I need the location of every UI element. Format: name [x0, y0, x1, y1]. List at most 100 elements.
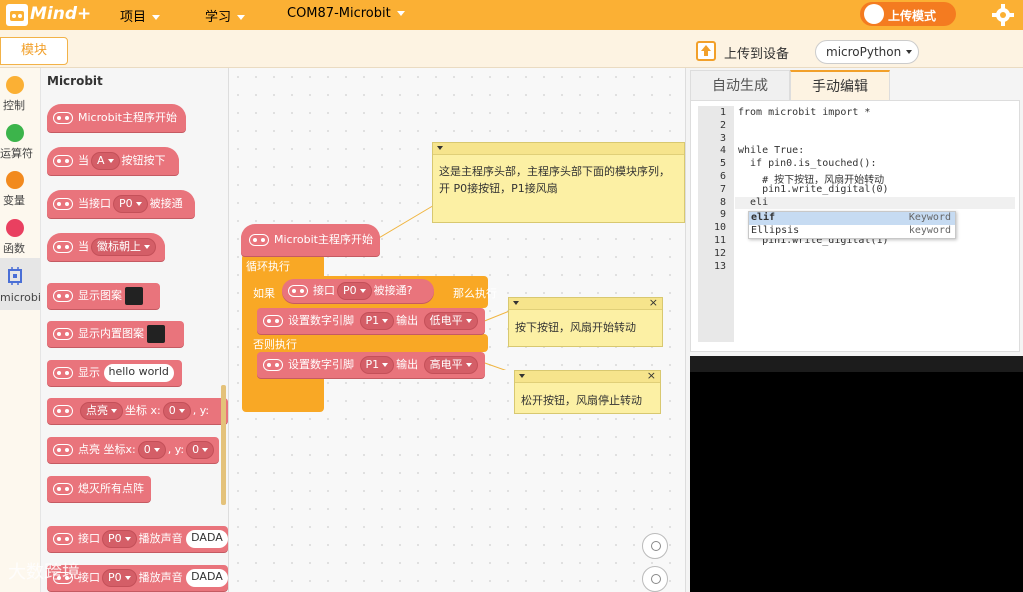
x-select[interactable]: 0	[137, 441, 166, 459]
language-select[interactable]: microPython	[815, 40, 919, 64]
block-show-label: 显示	[78, 366, 100, 379]
pin-select[interactable]: P0	[102, 569, 137, 587]
tab-blocks[interactable]: 模块	[0, 37, 68, 65]
block-show-builtin-image[interactable]: 显示内置图案	[47, 321, 184, 347]
line-number: 2	[719, 119, 726, 131]
serial-console[interactable]	[690, 356, 1023, 592]
category-microbit-label[interactable]: microbit	[0, 291, 45, 304]
code-line[interactable]: pin1.write_digital(0)	[738, 184, 888, 195]
pin-select[interactable]: P1	[359, 356, 395, 374]
level-select-value: 高电平	[429, 358, 463, 371]
note-text[interactable]: 按下按钮，风扇开始转动	[509, 310, 662, 344]
y-select[interactable]: 0	[186, 441, 215, 459]
note-text[interactable]: 松开按钮，风扇停止转动	[515, 383, 660, 417]
upload-icon[interactable]	[696, 41, 716, 61]
autocomplete-item[interactable]: Ellipsis keyword	[749, 225, 955, 238]
gesture-select[interactable]: 徽标朝上	[91, 238, 156, 256]
tab-manual-edit[interactable]: 手动编辑	[790, 70, 890, 100]
category-control-dot-icon[interactable]	[6, 76, 24, 94]
block-show-image[interactable]: 显示图案	[47, 283, 160, 309]
led-matrix-icon[interactable]	[125, 287, 143, 305]
led-matrix-icon[interactable]	[147, 325, 165, 343]
close-icon[interactable]: ×	[649, 296, 658, 309]
light-coord-label: 点亮 坐标x:	[78, 443, 136, 456]
category-operators-dot-icon[interactable]	[6, 124, 24, 142]
menu-learn[interactable]: 学习	[205, 6, 246, 25]
code-line[interactable]: if pin0.is_touched():	[738, 158, 876, 169]
chevron-down-icon	[465, 319, 472, 323]
block-when-pin-touched[interactable]: 当接口 P0 被接通	[47, 190, 195, 218]
set-digital-pin-low[interactable]: 设置数字引脚 P1 输出 低电平	[257, 308, 485, 334]
block-plot-pixel-2[interactable]: 点亮 坐标x: 0 , y: 0	[47, 437, 219, 463]
connector-icon	[53, 533, 73, 545]
level-select[interactable]: 低电平	[423, 312, 478, 330]
comment-note-pressed[interactable]: × 按下按钮，风扇开始转动	[508, 296, 663, 347]
code-line[interactable]: from microbit import *	[738, 107, 870, 118]
comment-note-main[interactable]: 这是主程序头部，主程序头部下面的模块序列，开 P0接按钮，P1接风扇	[432, 142, 685, 223]
collapse-icon[interactable]	[519, 374, 525, 378]
note-header[interactable]: ×	[515, 369, 660, 383]
microbit-chip-icon[interactable]	[6, 267, 24, 285]
code-line[interactable]: while True:	[738, 145, 804, 156]
sound-select[interactable]: DADA	[186, 569, 228, 587]
connector-icon	[53, 155, 73, 167]
text-input[interactable]: hello world	[103, 364, 174, 382]
note-text[interactable]: 这是主程序头部，主程序头部下面的模块序列，开 P0接按钮，P1接风扇	[433, 155, 684, 221]
set-digital-pin-high[interactable]: 设置数字引脚 P1 输出 高电平	[257, 352, 485, 378]
level-select-value: 低电平	[429, 314, 463, 327]
menu-project[interactable]: 项目	[120, 6, 161, 25]
note-header[interactable]: ×	[509, 296, 662, 310]
pin-select[interactable]: P0	[113, 195, 148, 213]
category-variables-dot-icon[interactable]	[6, 171, 24, 189]
console-header	[690, 356, 1023, 372]
pin-select[interactable]: P0	[337, 282, 372, 300]
button-select[interactable]: A	[91, 152, 120, 170]
zoom-out-icon[interactable]	[642, 566, 668, 592]
block-show-text[interactable]: 显示 hello world	[47, 360, 182, 386]
main-program-block[interactable]: Microbit主程序开始	[241, 224, 380, 256]
category-variables-label[interactable]: 变量	[3, 192, 25, 208]
gear-icon[interactable]	[992, 4, 1014, 26]
category-operators-label[interactable]: 运算符	[0, 145, 33, 161]
menu-port[interactable]: COM87-Microbit	[287, 6, 405, 21]
y-label: , y:	[192, 404, 210, 417]
level-select[interactable]: 高电平	[423, 356, 478, 374]
autocomplete-item[interactable]: elif Keyword	[749, 212, 955, 225]
collapse-icon[interactable]	[513, 301, 519, 305]
note-header[interactable]	[433, 143, 684, 155]
palette-scrollbar[interactable]	[221, 385, 226, 505]
category-control-label[interactable]: 控制	[3, 97, 25, 113]
tab-auto-generate[interactable]: 自动生成	[690, 70, 790, 100]
line-number: 13	[713, 260, 726, 272]
condition-pin-touched[interactable]: 接口 P0 被接通?	[282, 279, 434, 303]
coord-x-label: 坐标 x:	[125, 404, 161, 417]
pin-select-value: P1	[365, 358, 380, 371]
block-clear-all[interactable]: 熄灭所有点阵	[47, 476, 151, 502]
category-functions-dot-icon[interactable]	[6, 219, 24, 237]
category-functions-label[interactable]: 函数	[3, 240, 25, 256]
x-select-value: 0	[168, 404, 176, 417]
block-plot-pixel[interactable]: 点亮 坐标 x: 0 , y:	[47, 398, 228, 424]
connector-icon	[53, 367, 73, 379]
collapse-icon[interactable]	[437, 146, 443, 150]
connector-icon	[53, 444, 73, 456]
block-play-sound[interactable]: 接口 P0 播放声音 DADA	[47, 526, 228, 552]
block-main-start[interactable]: Microbit主程序开始	[47, 104, 186, 132]
app-logo-text: Mind+	[30, 4, 92, 24]
connector-icon	[53, 405, 73, 417]
comment-note-released[interactable]: × 松开按钮，风扇停止转动	[514, 369, 661, 417]
else-label: 否则执行	[253, 338, 297, 351]
plot-mode-select[interactable]: 点亮	[80, 402, 123, 420]
chevron-down-icon	[178, 409, 185, 413]
zoom-in-icon[interactable]	[642, 533, 668, 559]
block-when-logo[interactable]: 当徽标朝上	[47, 233, 165, 261]
upload-to-device-button[interactable]: 上传到设备	[724, 43, 789, 62]
sound-select[interactable]: DADA	[186, 530, 228, 548]
line-number: 12	[713, 247, 726, 259]
pin-select[interactable]: P0	[102, 530, 137, 548]
pin-select[interactable]: P1	[359, 312, 395, 330]
block-when-button[interactable]: 当 A 按钮按下	[47, 147, 179, 175]
close-icon[interactable]: ×	[647, 369, 656, 382]
x-select[interactable]: 0	[162, 402, 191, 420]
code-line[interactable]: eli	[738, 197, 768, 208]
